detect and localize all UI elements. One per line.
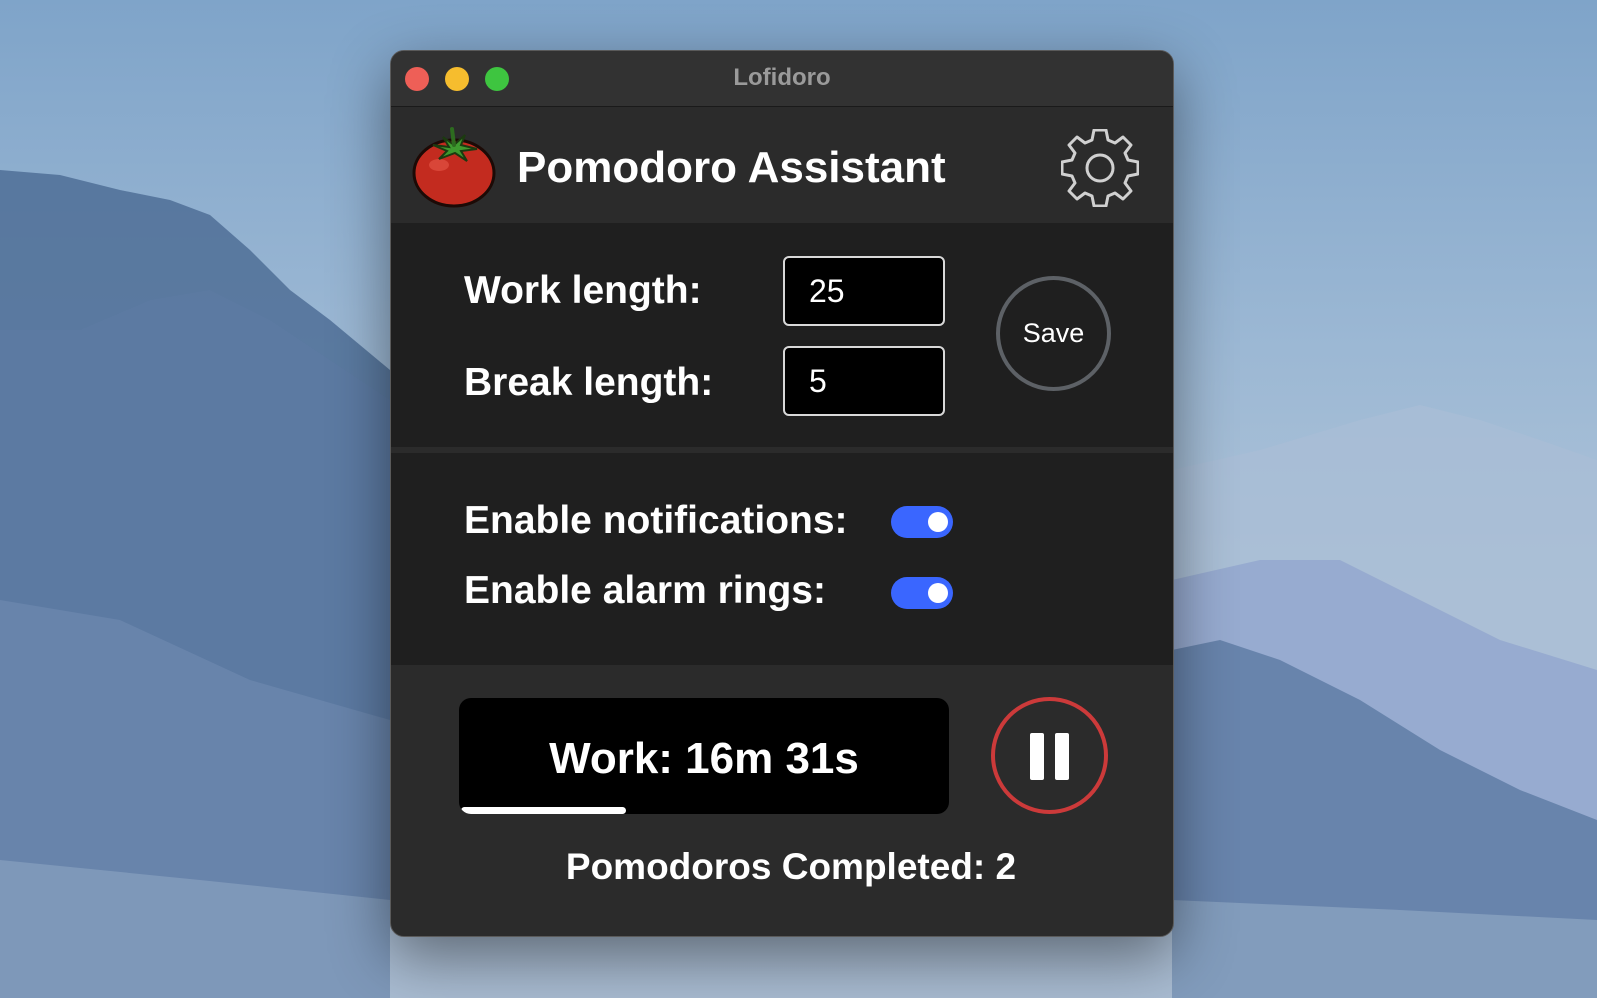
- timer-progress-bar: [461, 807, 626, 814]
- pause-button[interactable]: [991, 697, 1108, 814]
- break-length-input[interactable]: [783, 346, 945, 416]
- window-title: Lofidoro: [733, 64, 831, 91]
- pomodoros-completed: Pomodoros Completed: 2: [565, 846, 1017, 887]
- timer-display: Work: 16m 31s: [459, 698, 949, 814]
- work-length-input[interactable]: [783, 256, 945, 326]
- title-bar: Lofidoro: [391, 51, 1173, 107]
- notifications-label: Enable notifications:: [464, 499, 848, 542]
- break-length-label: Break length:: [464, 361, 714, 404]
- alarm-rings-toggle[interactable]: [891, 577, 953, 609]
- app-title: Pomodoro Assistant: [517, 143, 946, 192]
- save-button[interactable]: Save: [996, 276, 1111, 391]
- notifications-toggle[interactable]: [891, 506, 953, 538]
- pause-icon: [1030, 733, 1044, 780]
- work-length-label: Work length:: [464, 269, 702, 312]
- timer-text: Work: 16m 31s: [549, 734, 859, 783]
- pause-icon: [1055, 733, 1069, 780]
- toggle-knob: [928, 583, 948, 603]
- tomato-icon: [412, 127, 496, 208]
- toggles-section: Enable notifications: Enable alarm rings…: [391, 453, 1173, 665]
- toggle-knob: [928, 512, 948, 532]
- app-window: Lofidoro Pomodoro Assistant Work length:…: [390, 50, 1174, 937]
- alarm-rings-label: Enable alarm rings:: [464, 569, 826, 612]
- gear-icon[interactable]: [1061, 129, 1139, 207]
